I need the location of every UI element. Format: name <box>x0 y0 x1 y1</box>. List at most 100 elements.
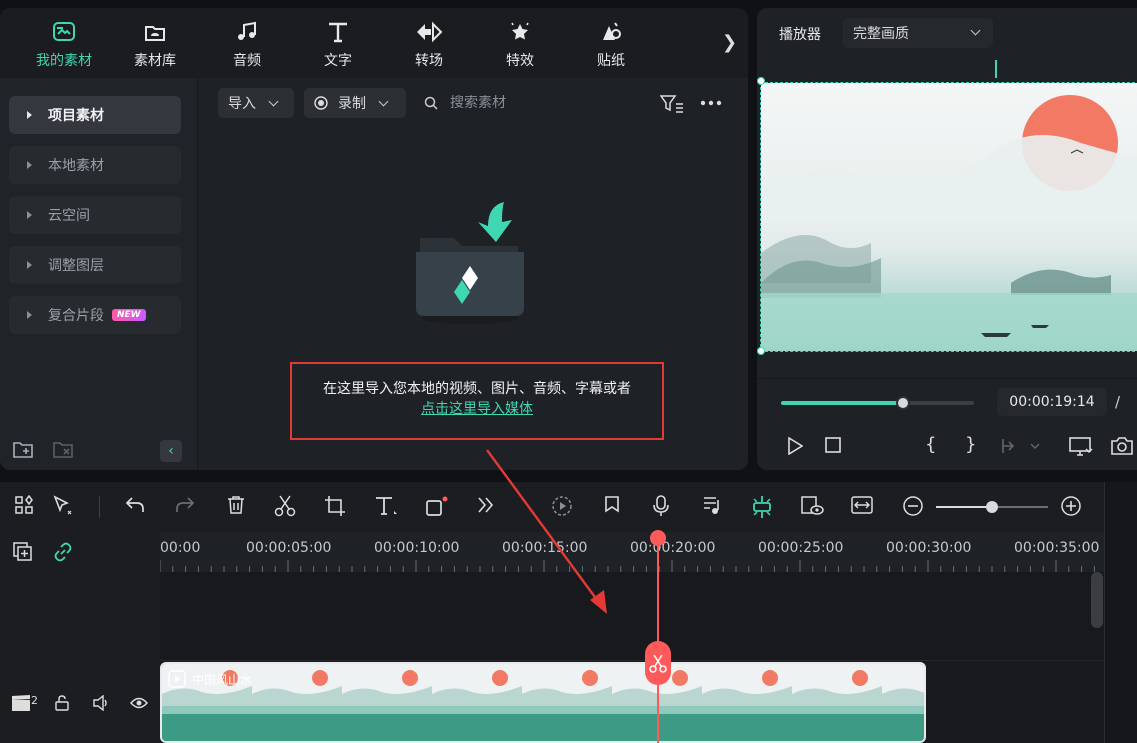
more-options-icon[interactable] <box>700 100 722 106</box>
display-settings-icon[interactable] <box>1069 437 1093 457</box>
resize-handle[interactable] <box>757 77 765 85</box>
collapse-sidebar-button[interactable]: ‹ <box>160 440 182 462</box>
redo-icon[interactable] <box>174 495 196 515</box>
clip-thumbnail <box>342 664 432 716</box>
import-media-link[interactable]: 点击这里导入媒体 <box>292 398 662 418</box>
search-box[interactable] <box>424 88 630 118</box>
auto-play-icon[interactable] <box>551 495 573 517</box>
snapshot-camera-icon[interactable] <box>1111 437 1133 455</box>
music-note-icon <box>238 21 256 40</box>
layout-grid-icon[interactable] <box>14 495 34 515</box>
add-track-icon[interactable] <box>13 542 33 562</box>
video-preview[interactable] <box>760 82 1137 352</box>
delete-icon[interactable] <box>226 495 246 515</box>
current-timecode: 00:00:19:14 <box>997 388 1107 416</box>
tab-sticker[interactable]: 贴纸 <box>571 20 651 70</box>
rotate-handle[interactable] <box>995 60 997 78</box>
media-drop-area[interactable]: 在这里导入您本地的视频、图片、音频、字幕或者 点击这里导入媒体 <box>198 128 748 470</box>
ruler-ticks <box>160 560 1095 572</box>
sidebar-item-local-media[interactable]: 本地素材 <box>9 146 181 184</box>
tab-effects[interactable]: 特效 <box>480 20 560 70</box>
microphone-icon[interactable] <box>652 495 670 517</box>
playhead-handle[interactable] <box>650 530 666 546</box>
ruler-label: 00:00 <box>160 540 201 556</box>
media-library-panel: 我的素材 素材库 音频 文字 转场 特效 贴纸 ❯ 项目素材 本地素材 云空间 … <box>0 8 748 470</box>
tab-stock-library[interactable]: 素材库 <box>115 20 195 70</box>
undo-icon[interactable] <box>124 495 146 515</box>
timecode-separator: / <box>1115 393 1121 411</box>
ruler-label: 00:00:30:00 <box>886 540 972 556</box>
clip-thumbnail <box>252 664 342 716</box>
insert-to-timeline-icon[interactable] <box>1001 437 1041 455</box>
delete-folder-icon[interactable] <box>52 440 74 460</box>
play-icon[interactable] <box>787 437 803 455</box>
ruler-label: 00:00:10:00 <box>374 540 460 556</box>
clip-label: 中国风山水 <box>168 670 252 688</box>
new-folder-icon[interactable] <box>12 440 34 460</box>
expand-triangle-icon <box>27 161 32 169</box>
text-tool-icon[interactable] <box>374 495 398 517</box>
playhead[interactable] <box>657 532 659 743</box>
library-sidebar: 项目素材 本地素材 云空间 调整图层 复合片段 NEW ‹ <box>0 78 198 470</box>
tab-my-media[interactable]: 我的素材 <box>24 20 104 70</box>
preview-render-icon[interactable] <box>800 495 824 517</box>
ruler-label: 00:00:20:00 <box>630 540 716 556</box>
search-input[interactable] <box>450 95 630 111</box>
timeline-ruler[interactable]: 00:00 00:00:05:00 00:00:10:00 00:00:15:0… <box>160 532 1104 572</box>
tab-label: 我的素材 <box>36 53 92 69</box>
audio-mix-icon[interactable] <box>702 495 724 517</box>
shape-tool-icon[interactable] <box>424 495 450 519</box>
tab-label: 特效 <box>506 53 534 69</box>
tab-text[interactable]: 文字 <box>298 20 378 70</box>
timeline-tracks[interactable]: 中国风山水 <box>160 572 1104 743</box>
eye-icon[interactable] <box>130 696 148 710</box>
split-clip-button[interactable] <box>645 641 671 685</box>
sidebar-item-project-media[interactable]: 项目素材 <box>9 96 181 134</box>
player-controls: 00:00:19:14 / { } <box>757 378 1137 470</box>
zoom-knob[interactable] <box>986 501 998 513</box>
marker-icon[interactable] <box>604 495 620 515</box>
tab-label: 贴纸 <box>597 53 625 69</box>
expand-triangle-icon <box>27 311 32 319</box>
playback-progress-slider[interactable] <box>781 396 974 410</box>
resize-handle[interactable] <box>757 347 765 355</box>
quality-label: 完整画质 <box>853 26 909 42</box>
quality-dropdown[interactable]: 完整画质 <box>843 18 993 48</box>
zoom-out-icon[interactable] <box>902 495 924 517</box>
lock-icon[interactable] <box>54 695 70 711</box>
link-icon[interactable] <box>53 542 73 562</box>
chevron-down-icon <box>268 96 279 106</box>
sidebar-item-cloud[interactable]: 云空间 <box>9 196 181 234</box>
tab-transition[interactable]: 转场 <box>389 20 469 70</box>
import-dropdown[interactable]: 导入 <box>218 88 294 118</box>
snap-magnet-icon[interactable] <box>750 495 774 519</box>
sidebar-item-adjustment-layer[interactable]: 调整图层 <box>9 246 181 284</box>
double-chevron-right-icon[interactable] <box>476 495 494 515</box>
mark-out-icon[interactable]: } <box>965 434 976 455</box>
sidebar-item-label: 本地素材 <box>48 158 104 174</box>
video-clip[interactable]: 中国风山水 <box>160 662 926 743</box>
progress-knob[interactable] <box>895 396 910 410</box>
toolbar-divider <box>99 496 100 518</box>
tab-audio[interactable]: 音频 <box>207 20 287 70</box>
clip-name: 中国风山水 <box>192 672 253 687</box>
fit-timeline-icon[interactable] <box>850 495 874 515</box>
vertical-scrollbar[interactable] <box>1091 572 1103 628</box>
chevron-right-icon[interactable]: ❯ <box>722 32 737 53</box>
mark-in-icon[interactable]: { <box>925 434 936 455</box>
sidebar-item-compound-clip[interactable]: 复合片段 NEW <box>9 296 181 334</box>
preview-landscape-image <box>761 83 1137 351</box>
stop-icon[interactable] <box>825 437 841 453</box>
tab-label: 转场 <box>415 53 443 69</box>
timeline-toolbar <box>0 482 1104 532</box>
filter-icon[interactable] <box>660 94 684 114</box>
scissors-icon[interactable] <box>274 495 296 517</box>
crop-icon[interactable] <box>324 495 346 517</box>
zoom-in-icon[interactable] <box>1060 495 1082 517</box>
track-header-column: 2 <box>0 532 160 743</box>
volume-icon[interactable] <box>92 695 110 711</box>
ruler-label: 00:00:15:00 <box>502 540 588 556</box>
record-dropdown[interactable]: 录制 <box>304 88 406 118</box>
select-cursor-icon[interactable] <box>52 495 74 517</box>
text-icon <box>329 22 347 43</box>
